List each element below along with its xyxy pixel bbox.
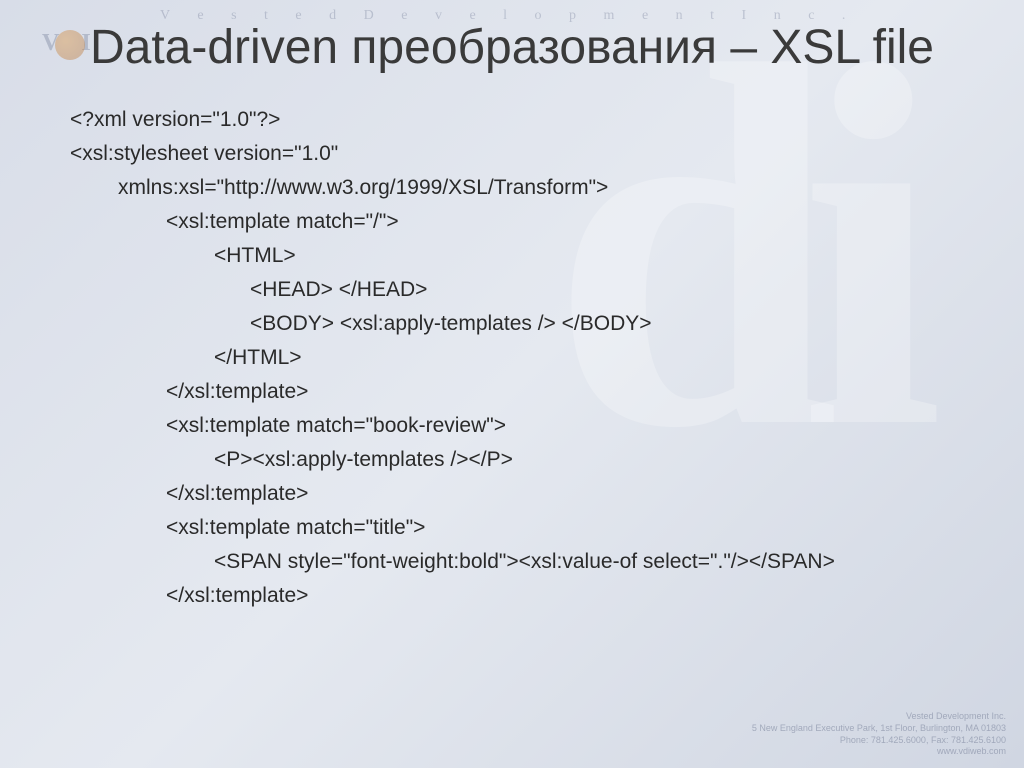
code-line: </xsl:template>	[70, 375, 954, 409]
code-block: <?xml version="1.0"?> <xsl:stylesheet ve…	[70, 103, 954, 613]
code-line: <BODY> <xsl:apply-templates /> </BODY>	[70, 307, 954, 341]
footer-website: www.vdiweb.com	[752, 746, 1006, 758]
slide-content: Data-driven преобразования – XSL file <?…	[0, 0, 1024, 633]
code-line: <xsl:template match="/">	[70, 205, 954, 239]
code-line: xmlns:xsl="http://www.w3.org/1999/XSL/Tr…	[70, 171, 954, 205]
code-line: </xsl:template>	[70, 477, 954, 511]
code-line: </HTML>	[70, 341, 954, 375]
slide-title: Data-driven преобразования – XSL file	[70, 20, 954, 75]
code-line: <SPAN style="font-weight:bold"><xsl:valu…	[70, 545, 954, 579]
code-line: <?xml version="1.0"?>	[70, 103, 954, 137]
code-line: <xsl:stylesheet version="1.0"	[70, 137, 954, 171]
code-line: <xsl:template match="book-review">	[70, 409, 954, 443]
code-line: <P><xsl:apply-templates /></P>	[70, 443, 954, 477]
code-line: </xsl:template>	[70, 579, 954, 613]
footer-address: 5 New England Executive Park, 1st Floor,…	[752, 723, 1006, 735]
code-line: <HEAD> </HEAD>	[70, 273, 954, 307]
footer-phone: Phone: 781.425.6000, Fax: 781.425.6100	[752, 735, 1006, 747]
code-line: <HTML>	[70, 239, 954, 273]
footer-company: Vested Development Inc.	[752, 711, 1006, 723]
code-line: <xsl:template match="title">	[70, 511, 954, 545]
footer: Vested Development Inc. 5 New England Ex…	[752, 711, 1006, 758]
